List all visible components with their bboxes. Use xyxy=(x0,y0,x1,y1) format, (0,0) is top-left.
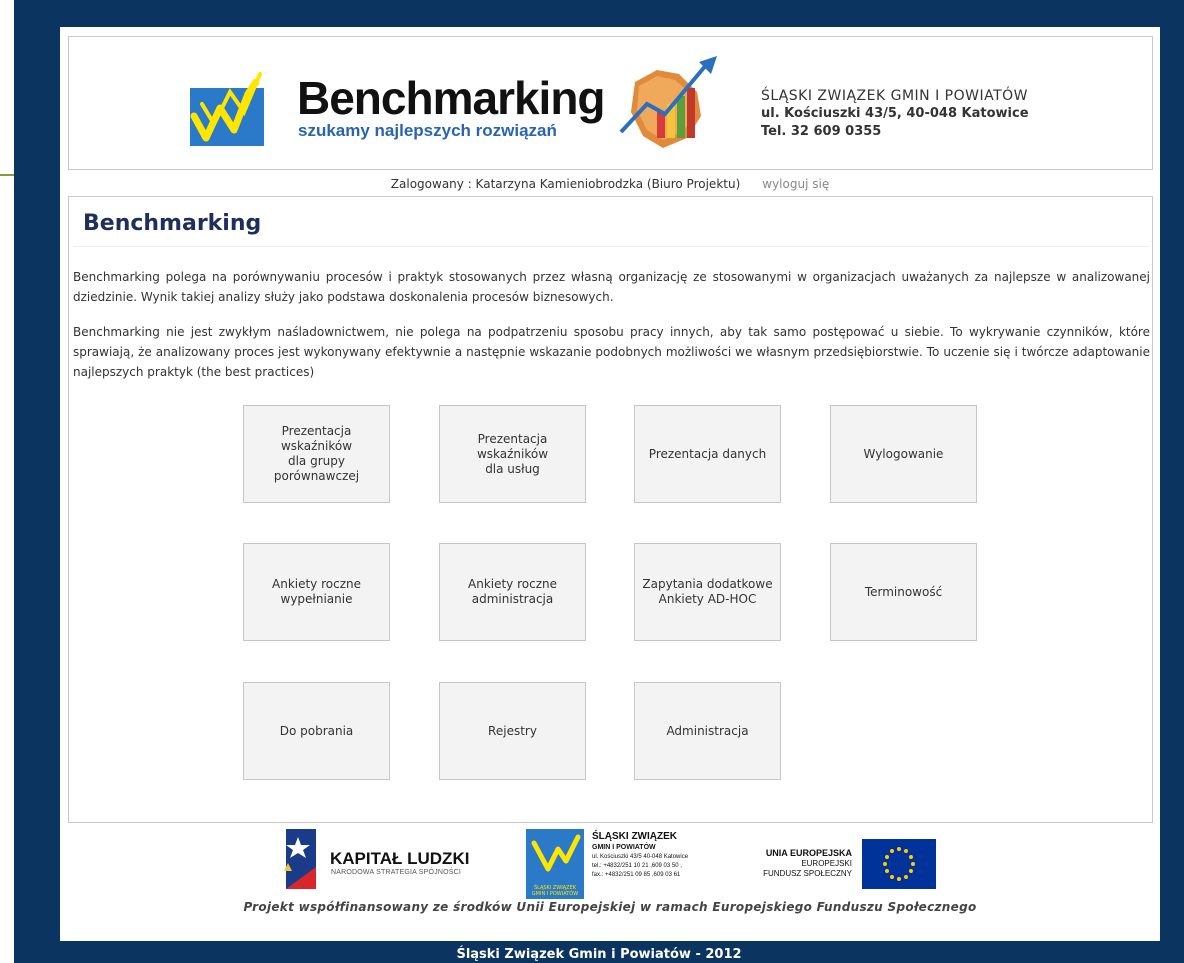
tile-data-presentation[interactable]: Prezentacja danych xyxy=(634,405,781,503)
sz-fax: fax.: +4832/251 09 85 ,609 03 61 xyxy=(592,872,681,878)
org-contact: ŚLĄSKI ZWIĄZEK GMIN I POWIATÓW ul. Kości… xyxy=(761,87,1029,141)
logout-link[interactable]: wyloguj się xyxy=(762,177,829,191)
intro-paragraph-2: Benchmarking nie jest zwykłym naśladowni… xyxy=(73,325,1150,379)
emblem-caption: ŚLĄSKI ZWIĄZEK GMIN I POWIATÓW xyxy=(531,885,579,897)
main-content: Benchmarking Benchmarking polega na poró… xyxy=(68,196,1153,823)
sz-name-line1: ŚLĄSKI ZWIĄZEK xyxy=(592,831,677,842)
header: Benchmarking szukamy najlepszych rozwiąz… xyxy=(68,36,1153,170)
sz-address: ul. Kościuszki 43/5 40-048 Katowice xyxy=(592,854,689,860)
kapital-ludzki-subtitle: NARODOWA STRATEGIA SPÓJNOŚCI xyxy=(331,869,462,876)
benchmarking-logo-icon xyxy=(190,72,264,146)
login-bar: Zalogowany : Katarzyna Kamieniobrodzka (… xyxy=(60,177,1160,191)
tile-indicators-services[interactable]: Prezentacja wskaźników dla usług xyxy=(439,405,586,503)
copyright: Śląski Związek Gmin i Powiatów - 2012 xyxy=(456,947,742,962)
tile-logout[interactable]: Wylogowanie xyxy=(830,405,977,503)
org-name: ŚLĄSKI ZWIĄZEK GMIN I POWIATÓW xyxy=(761,88,1029,104)
footer-logos: KAPITAŁ LUDZKI NARODOWA STRATEGIA SPÓJNO… xyxy=(60,827,1160,907)
outer-margin xyxy=(0,0,14,963)
org-address: ul. Kościuszki 43/5, 40-048 Katowice xyxy=(761,106,1029,121)
slaski-zwiazek-contact: ŚLĄSKI ZWIĄZEK GMIN I POWIATÓW ul. Kości… xyxy=(592,831,688,880)
tile-timeliness[interactable]: Terminowość xyxy=(830,543,977,641)
tile-annual-survey-fill[interactable]: Ankiety roczne wypełnianie xyxy=(243,543,390,641)
decorative-line xyxy=(0,174,14,176)
slaski-zwiazek-logo: ŚLĄSKI ZWIĄZEK GMIN I POWIATÓW ŚLĄSKI ZW… xyxy=(526,829,746,899)
org-phone: Tel. 32 609 0355 xyxy=(761,124,882,139)
sz-phone: tel.: +4832/251 10 21 ,609 03 50 , xyxy=(592,863,682,869)
eu-name: UNIA EUROPEJSKA xyxy=(765,848,852,858)
logo-subtitle: szukamy najlepszych rozwiązań xyxy=(298,121,557,140)
intro-paragraph-1: Benchmarking polega na porównywaniu proc… xyxy=(73,270,1150,304)
divider xyxy=(73,246,1149,247)
eu-flag-icon xyxy=(862,839,936,889)
eu-logo: UNIA EUROPEJSKA EUROPEJSKI FUNDUSZ SPOŁE… xyxy=(748,839,938,891)
tile-annual-survey-admin[interactable]: Ankiety roczne administracja xyxy=(439,543,586,641)
eu-fund-line1: EUROPEJSKI xyxy=(801,859,852,868)
eu-text: UNIA EUROPEJSKA EUROPEJSKI FUNDUSZ SPOŁE… xyxy=(748,847,852,879)
chart-map-logo-icon xyxy=(619,56,717,148)
tile-administration[interactable]: Administracja xyxy=(634,682,781,780)
tile-indicators-group[interactable]: Prezentacja wskaźników dla grupy porówna… xyxy=(243,405,390,503)
tile-downloads[interactable]: Do pobrania xyxy=(243,682,390,780)
kapital-ludzki-flag-icon xyxy=(284,829,316,889)
logo-title: Benchmarking xyxy=(297,72,606,124)
page-container: Benchmarking szukamy najlepszych rozwiąz… xyxy=(60,27,1160,941)
tile-adhoc-surveys[interactable]: Zapytania dodatkowe Ankiety AD-HOC xyxy=(634,543,781,641)
tile-registers[interactable]: Rejestry xyxy=(439,682,586,780)
sz-name-line2: GMIN I POWIATÓW xyxy=(592,844,656,851)
eu-fund-line2: FUNDUSZ SPOŁECZNY xyxy=(763,869,852,878)
login-status: Zalogowany : Katarzyna Kamieniobrodzka (… xyxy=(390,177,741,191)
kapital-ludzki-title: KAPITAŁ LUDZKI xyxy=(330,849,470,868)
kapital-ludzki-logo: KAPITAŁ LUDZKI NARODOWA STRATEGIA SPÓJNO… xyxy=(280,827,480,895)
page-title: Benchmarking xyxy=(83,211,262,236)
slaski-zwiazek-emblem-icon: ŚLĄSKI ZWIĄZEK GMIN I POWIATÓW xyxy=(526,829,584,899)
project-funding-note: Projekt współfinansowany ze środków Unii… xyxy=(243,900,977,914)
